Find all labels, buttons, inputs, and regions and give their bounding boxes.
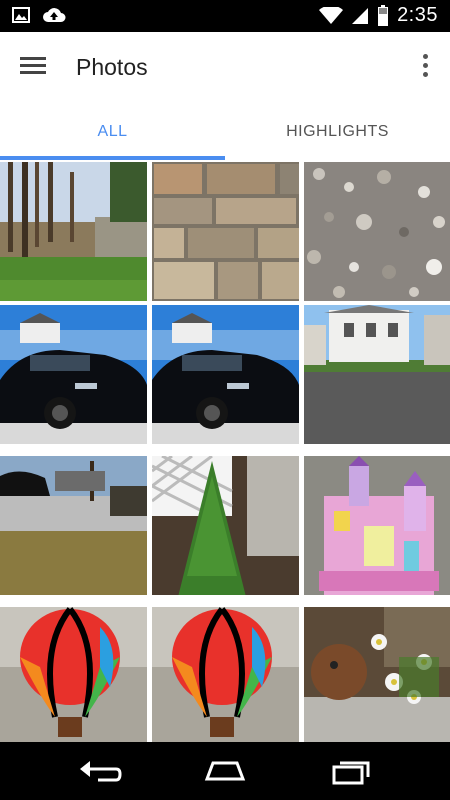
flower-planter-photo[interactable] [304,607,450,742]
black-car-photo-1[interactable] [0,305,147,444]
evergreen-shrub-photo[interactable] [152,456,299,595]
toy-castle-photo[interactable] [304,456,450,595]
more-vert-icon[interactable] [420,54,430,82]
tree-yard-photo[interactable] [0,162,147,301]
status-time: 2:35 [397,4,438,26]
status-bar: 2:35 [0,0,450,32]
cloud-upload-icon [43,8,66,22]
lawn-car-photo[interactable] [0,456,147,595]
back-icon[interactable] [76,755,124,787]
image-icon [12,7,30,23]
signal-icon [352,7,369,24]
wifi-icon [319,6,344,24]
balloon-windspinner-photo-2[interactable] [152,607,299,742]
recents-icon[interactable] [326,755,374,787]
photo-grid [0,160,450,742]
tab-highlights[interactable]: HIGHLIGHTS [225,104,450,160]
home-icon[interactable] [201,755,249,787]
status-notifications [12,7,66,23]
app-bar: Photos [0,32,450,104]
menu-icon[interactable] [20,54,50,82]
street-house-photo[interactable] [304,305,450,444]
gravel-photo[interactable] [304,162,450,301]
battery-icon [378,4,389,26]
balloon-windspinner-photo-1[interactable] [0,607,147,742]
stone-wall-photo[interactable] [152,162,299,301]
tab-bar: ALL HIGHLIGHTS [0,104,450,160]
tab-all[interactable]: ALL [0,104,225,160]
navigation-bar [0,742,450,800]
status-system: 2:35 [319,4,438,27]
black-car-photo-2[interactable] [152,305,299,444]
page-title: Photos [76,54,148,80]
